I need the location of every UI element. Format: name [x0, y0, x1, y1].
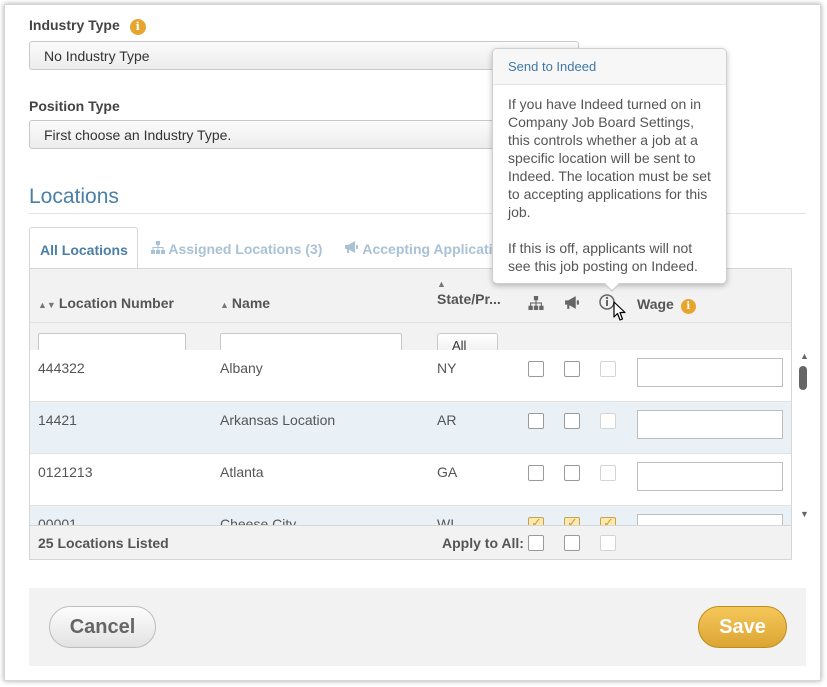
location-number-cell: 00001 — [38, 516, 77, 525]
name-filter-input[interactable] — [220, 333, 402, 350]
dialog-footer: Cancel Save — [29, 588, 806, 666]
tab-assigned-locations[interactable]: Assigned Locations (3) — [141, 227, 332, 269]
tooltip-paragraph: If this is off, applicants will not see … — [508, 240, 698, 274]
tab-accepting-applications[interactable]: Accepting Applications — [334, 227, 492, 269]
location-name-cell: Atlanta — [220, 464, 264, 480]
column-header-name[interactable]: ▲ Name — [220, 295, 270, 311]
tooltip-title: Send to Indeed — [493, 49, 726, 85]
industry-type-label: Industry Type i — [29, 17, 146, 35]
position-type-value: First choose an Industry Type. — [44, 127, 232, 143]
accepting-checkbox[interactable] — [564, 515, 580, 525]
location-state-cell: GA — [437, 464, 458, 480]
hierarchy-icon — [528, 296, 544, 313]
location-name-cell: Cheese City — [220, 516, 297, 525]
column-header-wage[interactable]: Wage i — [637, 296, 696, 314]
indeed-checkbox[interactable] — [600, 515, 616, 525]
tab-accepting-applications-label: Accepting Applications — [362, 241, 492, 257]
apply-to-all-label: Apply to All: — [442, 535, 524, 551]
wage-input[interactable] — [637, 410, 783, 439]
assigned-checkbox[interactable] — [528, 515, 544, 525]
tab-all-locations[interactable]: All Locations — [29, 227, 138, 269]
send-to-indeed-tooltip: Send to Indeed If you have Indeed turned… — [492, 48, 727, 292]
accepting-checkbox[interactable] — [564, 361, 580, 377]
location-name-cell: Albany — [220, 360, 263, 376]
wage-input[interactable] — [637, 514, 783, 525]
location-number-cell: 444322 — [38, 360, 85, 376]
megaphone-icon — [344, 241, 362, 257]
save-button[interactable]: Save — [698, 606, 787, 648]
assigned-checkbox[interactable] — [528, 465, 544, 481]
apply-all-assigned-checkbox[interactable] — [528, 535, 544, 551]
megaphone-icon — [564, 296, 580, 313]
scroll-up-icon[interactable]: ▲ — [800, 351, 809, 361]
table-row: 444322 Albany NY — [30, 350, 791, 402]
sort-both-icon: ▲ — [437, 279, 446, 289]
column-header-accepting[interactable] — [564, 296, 580, 313]
grid-body: 444322 Albany NY 14421 Arkansas Location… — [30, 350, 791, 525]
mouse-cursor-icon — [613, 301, 627, 327]
sort-both-icon: ▲▼ — [38, 300, 56, 310]
accepting-checkbox[interactable] — [564, 413, 580, 429]
sort-asc-icon: ▲ — [220, 300, 229, 310]
column-state-label: State/Pr... — [437, 291, 501, 307]
locations-grid: ▲▼Location Number ▲Name ▲ State/Pr... — [29, 268, 792, 560]
column-number-label: Location Number — [58, 295, 174, 311]
apply-all-indeed-checkbox[interactable] — [600, 535, 616, 551]
grid-footer: 25 Locations Listed Apply to All: — [30, 525, 791, 559]
state-filter-select[interactable]: All — [437, 333, 498, 350]
position-type-label: Position Type — [29, 98, 120, 114]
state-filter-value: All — [452, 338, 467, 350]
info-icon[interactable]: i — [680, 299, 696, 314]
grid-filter-row: All — [30, 323, 791, 350]
accepting-checkbox[interactable] — [564, 465, 580, 481]
table-row: 14421 Arkansas Location AR — [30, 402, 791, 454]
table-row: 00001 Cheese City WI — [30, 506, 791, 525]
column-wage-label: Wage — [637, 296, 674, 312]
column-header-assigned[interactable] — [528, 296, 544, 313]
scroll-thumb[interactable] — [799, 366, 807, 390]
assigned-checkbox[interactable] — [528, 361, 544, 377]
hierarchy-icon — [151, 241, 168, 257]
wage-input[interactable] — [637, 358, 783, 387]
tooltip-paragraph: If you have Indeed turned on in Company … — [508, 96, 711, 220]
industry-type-value: No Industry Type — [44, 48, 150, 64]
scroll-down-icon[interactable]: ▼ — [800, 509, 809, 519]
tooltip-body: If you have Indeed turned on in Company … — [508, 95, 718, 275]
tab-all-locations-label: All Locations — [40, 242, 128, 258]
job-location-dialog: Industry Type i No Industry Type Positio… — [4, 4, 821, 681]
apply-all-accepting-checkbox[interactable] — [564, 535, 580, 551]
assigned-checkbox[interactable] — [528, 413, 544, 429]
tooltip-arrow — [604, 283, 620, 292]
indeed-checkbox[interactable] — [600, 361, 616, 377]
industry-type-label-text: Industry Type — [29, 17, 120, 33]
info-icon[interactable]: i — [129, 19, 146, 35]
column-header-state[interactable]: ▲ State/Pr... — [437, 279, 501, 307]
tab-assigned-locations-label: Assigned Locations (3) — [168, 241, 323, 257]
indeed-checkbox[interactable] — [600, 465, 616, 481]
locations-count: 25 Locations Listed — [38, 535, 169, 551]
grid-scrollbar[interactable]: ▲ ▼ — [796, 349, 816, 524]
location-state-cell: WI — [437, 516, 455, 525]
location-state-cell: NY — [437, 360, 457, 376]
table-row: 0121213 Atlanta GA — [30, 454, 791, 506]
location-name-cell: Arkansas Location — [220, 412, 336, 428]
wage-input[interactable] — [637, 462, 783, 491]
cancel-button[interactable]: Cancel — [49, 606, 156, 648]
column-name-label: Name — [231, 295, 271, 311]
location-number-cell: 0121213 — [38, 464, 93, 480]
location-number-cell: 14421 — [38, 412, 77, 428]
locations-heading: Locations — [29, 185, 119, 208]
location-number-filter-input[interactable] — [38, 333, 186, 350]
indeed-checkbox[interactable] — [600, 413, 616, 429]
column-header-location-number[interactable]: ▲▼ Location Number — [38, 295, 174, 311]
location-state-cell: AR — [437, 412, 457, 428]
